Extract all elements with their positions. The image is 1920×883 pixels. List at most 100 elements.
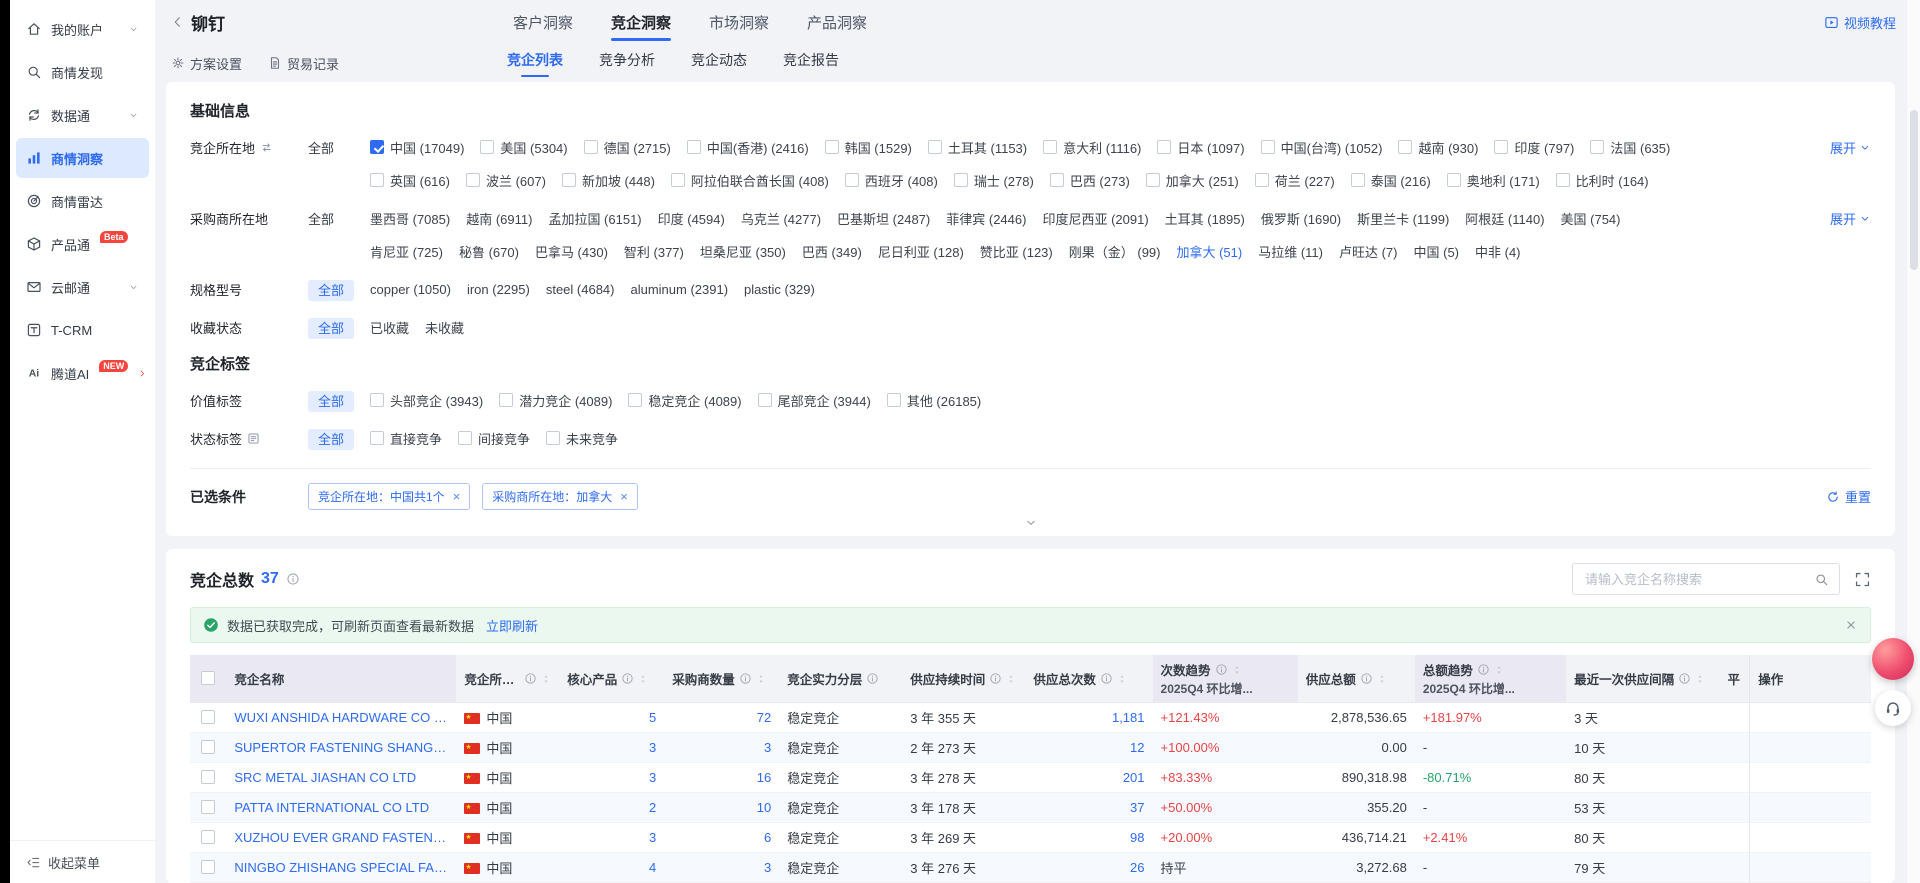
close-icon[interactable] (1844, 618, 1858, 632)
info-icon[interactable] (286, 572, 300, 586)
sidebar-item-product-hub[interactable]: 产品通Beta (16, 224, 149, 264)
filter-all-option[interactable]: 全部 (308, 429, 354, 450)
core-products-count[interactable]: 5 (559, 703, 664, 733)
filter-checkbox-option[interactable]: 稳定竞企 (4089) (628, 391, 741, 410)
tab[interactable]: 市场洞察 (709, 0, 769, 44)
supply-times[interactable]: 98 (1025, 823, 1152, 853)
filter-option[interactable]: 秘鲁 (670) (459, 242, 519, 261)
filter-checkbox-option[interactable]: 泰国 (216) (1351, 171, 1431, 190)
row-checkbox[interactable] (201, 770, 215, 784)
sort-icon[interactable] (1117, 672, 1127, 686)
info-icon[interactable] (1678, 672, 1691, 685)
sub-tab[interactable]: 竞企动态 (691, 50, 747, 77)
filter-option[interactable]: 巴西 (349) (802, 242, 862, 261)
sort-icon[interactable] (541, 672, 551, 686)
buyers-count[interactable]: 6 (664, 823, 779, 853)
core-products-count[interactable]: 3 (559, 823, 664, 853)
sidebar-item-data-hub[interactable]: 数据通 (16, 95, 149, 135)
company-name-link[interactable]: XUZHOU EVER GRAND FASTENERS... (226, 823, 456, 853)
tab[interactable]: 客户洞察 (513, 0, 573, 44)
sidebar-item-radar[interactable]: 商情雷达 (16, 181, 149, 221)
company-name-link[interactable]: NINGBO ZHISHANG SPECIAL FAST... (226, 853, 456, 883)
filter-option[interactable]: 中非 (4) (1475, 242, 1521, 261)
info-icon[interactable] (1100, 672, 1113, 685)
trade-records-button[interactable]: 贸易记录 (268, 54, 339, 73)
filter-checkbox-option[interactable]: 日本 (1097) (1157, 138, 1244, 157)
company-name-link[interactable]: SRC METAL JIASHAN CO LTD (226, 763, 456, 793)
tab[interactable]: 产品洞察 (807, 0, 867, 44)
info-icon[interactable] (1215, 663, 1228, 676)
filter-option[interactable]: 加拿大 (51) (1176, 242, 1242, 261)
info-icon[interactable] (524, 672, 537, 685)
filter-checkbox-option[interactable]: 加拿大 (251) (1146, 171, 1239, 190)
buyers-count[interactable]: 72 (664, 703, 779, 733)
promo-float-icon[interactable] (1872, 638, 1914, 680)
filter-option[interactable]: 肯尼亚 (725) (370, 242, 443, 261)
sub-tab[interactable]: 竞争分析 (599, 50, 655, 77)
filter-checkbox-option[interactable]: 间接竞争 (458, 429, 530, 448)
table-row[interactable]: PATTA INTERNATIONAL CO LTD★中国210稳定竞企3 年 … (190, 793, 1871, 823)
filter-checkbox-option[interactable]: 潜力竞企 (4089) (499, 391, 612, 410)
filter-option[interactable]: 未收藏 (425, 318, 464, 337)
plan-settings-button[interactable]: 方案设置 (171, 54, 242, 73)
sidebar-item-discovery[interactable]: 商情发现 (16, 52, 149, 92)
filter-all-option[interactable]: 全部 (308, 280, 354, 301)
column-header[interactable]: 最近一次供应间隔 (1566, 655, 1719, 703)
filter-option[interactable]: 斯里兰卡 (1199) (1357, 209, 1449, 228)
filter-checkbox-option[interactable]: 未来竞争 (546, 429, 618, 448)
filter-option[interactable]: 印度尼西亚 (2091) (1042, 209, 1148, 228)
core-products-count[interactable]: 3 (559, 763, 664, 793)
supply-times[interactable]: 26 (1025, 853, 1152, 883)
filter-checkbox-option[interactable]: 韩国 (1529) (825, 138, 912, 157)
table-row[interactable]: NINGBO ZHISHANG SPECIAL FAST...★中国43稳定竞企… (190, 853, 1871, 883)
info-icon[interactable] (739, 672, 752, 685)
reset-button[interactable]: 重置 (1826, 487, 1871, 506)
filter-all-option[interactable]: 全部 (308, 391, 354, 412)
filter-option[interactable]: 越南 (6911) (466, 209, 532, 228)
filter-checkbox-option[interactable]: 头部竞企 (3943) (370, 391, 483, 410)
column-header[interactable]: 供应总额 (1298, 655, 1415, 703)
filter-option[interactable]: 马拉维 (11) (1258, 242, 1323, 261)
filter-checkbox-option[interactable]: 其他 (26185) (887, 391, 981, 410)
filter-option[interactable]: 乌克兰 (4277) (741, 209, 821, 228)
expand-button[interactable]: 展开 (1830, 135, 1871, 157)
filter-option[interactable]: 巴拿马 (430) (535, 242, 608, 261)
filter-option[interactable]: 俄罗斯 (1690) (1261, 209, 1341, 228)
buyers-count[interactable]: 16 (664, 763, 779, 793)
filter-checkbox-option[interactable]: 中国(香港) (2416) (687, 138, 809, 157)
info-icon[interactable] (1360, 672, 1373, 685)
sub-tab[interactable]: 竞企报告 (783, 50, 839, 77)
video-tutorial-button[interactable]: 视频教程 (1824, 13, 1896, 32)
filter-option[interactable]: aluminum (2391) (630, 282, 728, 297)
row-checkbox[interactable] (201, 710, 215, 724)
company-name-link[interactable]: WUXI ANSHIDA HARDWARE CO LTD (226, 703, 456, 733)
filter-checkbox-option[interactable]: 尾部竞企 (3944) (758, 391, 871, 410)
filter-option[interactable]: 已收藏 (370, 318, 409, 337)
filter-checkbox-option[interactable]: 波兰 (607) (466, 171, 546, 190)
search-input[interactable] (1583, 571, 1814, 588)
info-icon[interactable] (989, 672, 1002, 685)
filter-checkbox-option[interactable]: 土耳其 (1153) (928, 138, 1027, 157)
filter-option[interactable]: copper (1050) (370, 282, 451, 297)
filter-checkbox-option[interactable]: 新加坡 (448) (562, 171, 655, 190)
filter-checkbox-option[interactable]: 越南 (930) (1398, 138, 1478, 157)
filter-option[interactable]: 卢旺达 (7) (1339, 242, 1398, 261)
collapse-filters-button[interactable] (190, 510, 1871, 532)
tab[interactable]: 竞企洞察 (611, 0, 671, 44)
filter-option[interactable]: 印度 (4594) (658, 209, 725, 228)
info-icon[interactable] (866, 672, 879, 685)
filter-checkbox-option[interactable]: 意大利 (1116) (1043, 138, 1141, 157)
supply-times[interactable]: 37 (1025, 793, 1152, 823)
core-products-count[interactable]: 2 (559, 793, 664, 823)
filter-option[interactable]: 坦桑尼亚 (350) (700, 242, 786, 261)
filter-option[interactable]: 美国 (754) (1561, 209, 1621, 228)
info-icon[interactable] (621, 672, 634, 685)
table-row[interactable]: SRC METAL JIASHAN CO LTD★中国316稳定竞企3 年 27… (190, 763, 1871, 793)
filter-checkbox-option[interactable]: 比利时 (164) (1556, 171, 1649, 190)
core-products-count[interactable]: 3 (559, 733, 664, 763)
filter-option[interactable]: steel (4684) (546, 282, 615, 297)
filter-option[interactable]: 墨西哥 (7085) (370, 209, 450, 228)
sidebar-item-tengdao-ai[interactable]: Ai腾道AINEW (16, 353, 149, 393)
remove-tag-icon[interactable]: × (453, 490, 461, 503)
sort-icon[interactable] (1494, 663, 1504, 677)
